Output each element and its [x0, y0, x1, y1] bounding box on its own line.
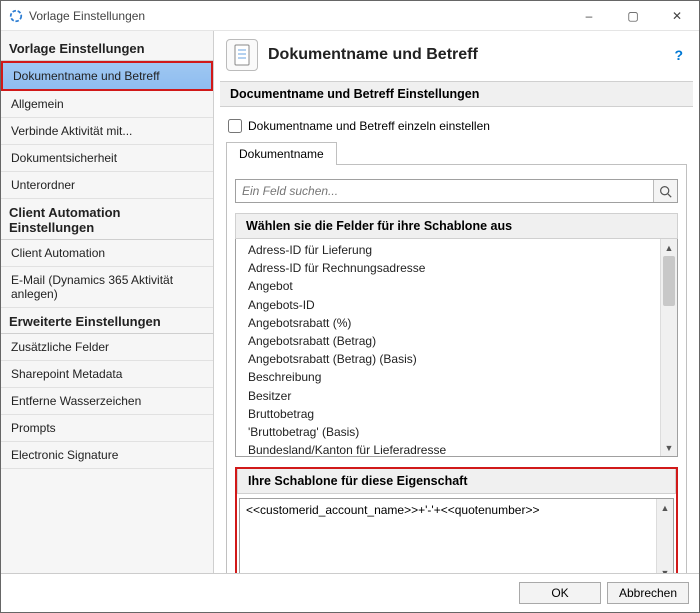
sidebar-item-unterordner[interactable]: Unterordner: [1, 172, 213, 199]
close-button[interactable]: ✕: [655, 1, 699, 31]
sidebar-item-sharepoint[interactable]: Sharepoint Metadata: [1, 361, 213, 388]
search-input[interactable]: [236, 180, 653, 202]
scroll-thumb[interactable]: [663, 256, 675, 306]
sidebar: Vorlage Einstellungen Dokumentname und B…: [1, 31, 214, 573]
dialog-window: Vorlage Einstellungen – ▢ ✕ Vorlage Eins…: [0, 0, 700, 613]
scroll-down-icon[interactable]: ▼: [661, 439, 677, 456]
template-heading: Ihre Schablone für diese Eigenschaft: [237, 469, 676, 494]
minimize-icon: –: [586, 9, 593, 23]
sidebar-item-prompts[interactable]: Prompts: [1, 415, 213, 442]
search-icon: [659, 185, 672, 198]
list-item[interactable]: Angebotsrabatt (Betrag): [236, 332, 660, 350]
search-button[interactable]: [653, 180, 677, 202]
sidebar-item-dokumentname[interactable]: Dokumentname und Betreff: [1, 61, 213, 91]
tab-bar: Dokumentname: [226, 141, 687, 164]
titlebar: Vorlage Einstellungen – ▢ ✕: [1, 1, 699, 31]
list-item[interactable]: Angebotsrabatt (Betrag) (Basis): [236, 350, 660, 368]
list-item[interactable]: Angebots-ID: [236, 296, 660, 314]
app-icon: [9, 9, 23, 23]
sidebar-item-clientautomation[interactable]: Client Automation: [1, 240, 213, 267]
list-item[interactable]: Bruttobetrag: [236, 405, 660, 423]
list-item[interactable]: Adress-ID für Lieferung: [236, 241, 660, 259]
maximize-icon: ▢: [627, 9, 638, 23]
scroll-up-icon[interactable]: ▲: [657, 499, 673, 516]
scroll-track[interactable]: [661, 256, 677, 439]
fields-list-inner: Adress-ID für Lieferung Adress-ID für Re…: [236, 239, 660, 456]
list-item[interactable]: Adress-ID für Rechnungsadresse: [236, 259, 660, 277]
sidebar-item-zusfelder[interactable]: Zusätzliche Felder: [1, 334, 213, 361]
search-field-row: [235, 179, 678, 203]
template-scrollbar[interactable]: ▲ ▼: [656, 499, 673, 581]
list-item[interactable]: 'Bruttobetrag' (Basis): [236, 423, 660, 441]
list-item[interactable]: Besitzer: [236, 387, 660, 405]
sidebar-item-dokumentsicherheit[interactable]: Dokumentsicherheit: [1, 145, 213, 172]
template-highlight-wrap: Ihre Schablone für diese Eigenschaft ▲ ▼: [235, 467, 678, 586]
page-title: Dokumentname und Betreff: [268, 46, 670, 64]
sidebar-section-0-title: Vorlage Einstellungen: [1, 35, 213, 61]
list-item[interactable]: Angebot: [236, 277, 660, 295]
sidebar-item-esignature[interactable]: Electronic Signature: [1, 442, 213, 469]
sidebar-item-email[interactable]: E-Mail (Dynamics 365 Aktivität anlegen): [1, 267, 213, 308]
sidebar-section-1-title: Client Automation Einstellungen: [1, 199, 213, 240]
list-item[interactable]: Bundesland/Kanton für Lieferadresse: [236, 441, 660, 456]
main-panel: Dokumentname und Betreff ? Documentname …: [214, 31, 699, 573]
settings-heading: Documentname und Betreff Einstellungen: [220, 81, 693, 107]
close-icon: ✕: [672, 9, 682, 23]
template-textarea[interactable]: [240, 499, 656, 581]
individual-checkbox[interactable]: [228, 119, 242, 133]
dialog-footer: OK Abbrechen: [1, 573, 699, 612]
scroll-up-icon[interactable]: ▲: [661, 239, 677, 256]
individual-checkbox-label: Dokumentname und Betreff einzeln einstel…: [248, 119, 490, 133]
settings-pane: Dokumentname und Betreff einzeln einstel…: [220, 109, 693, 603]
fields-heading: Wählen sie die Felder für ihre Schablone…: [235, 213, 678, 239]
help-link[interactable]: ?: [670, 47, 687, 63]
template-textbox-wrap: ▲ ▼: [239, 498, 674, 582]
fields-listbox[interactable]: Adress-ID für Lieferung Adress-ID für Re…: [235, 239, 678, 457]
individual-checkbox-row: Dokumentname und Betreff einzeln einstel…: [226, 115, 687, 141]
list-item[interactable]: Beschreibung: [236, 368, 660, 386]
sidebar-section-2-title: Erweiterte Einstellungen: [1, 308, 213, 334]
dialog-body: Vorlage Einstellungen Dokumentname und B…: [1, 31, 699, 573]
ok-button[interactable]: OK: [519, 582, 601, 604]
minimize-button[interactable]: –: [567, 1, 611, 31]
main-header: Dokumentname und Betreff ?: [214, 31, 699, 79]
sidebar-item-verbinde[interactable]: Verbinde Aktivität mit...: [1, 118, 213, 145]
window-title: Vorlage Einstellungen: [29, 9, 567, 23]
document-icon: [226, 39, 258, 71]
tab-dokumentname[interactable]: Dokumentname: [226, 142, 337, 165]
sidebar-item-label: Dokumentname und Betreff: [3, 63, 211, 89]
maximize-button[interactable]: ▢: [611, 1, 655, 31]
cancel-button[interactable]: Abbrechen: [607, 582, 689, 604]
list-item[interactable]: Angebotsrabatt (%): [236, 314, 660, 332]
sidebar-item-allgemein[interactable]: Allgemein: [1, 91, 213, 118]
fields-scrollbar[interactable]: ▲ ▼: [660, 239, 677, 456]
sidebar-item-wasserzeichen[interactable]: Entferne Wasserzeichen: [1, 388, 213, 415]
scroll-track[interactable]: [657, 516, 673, 564]
